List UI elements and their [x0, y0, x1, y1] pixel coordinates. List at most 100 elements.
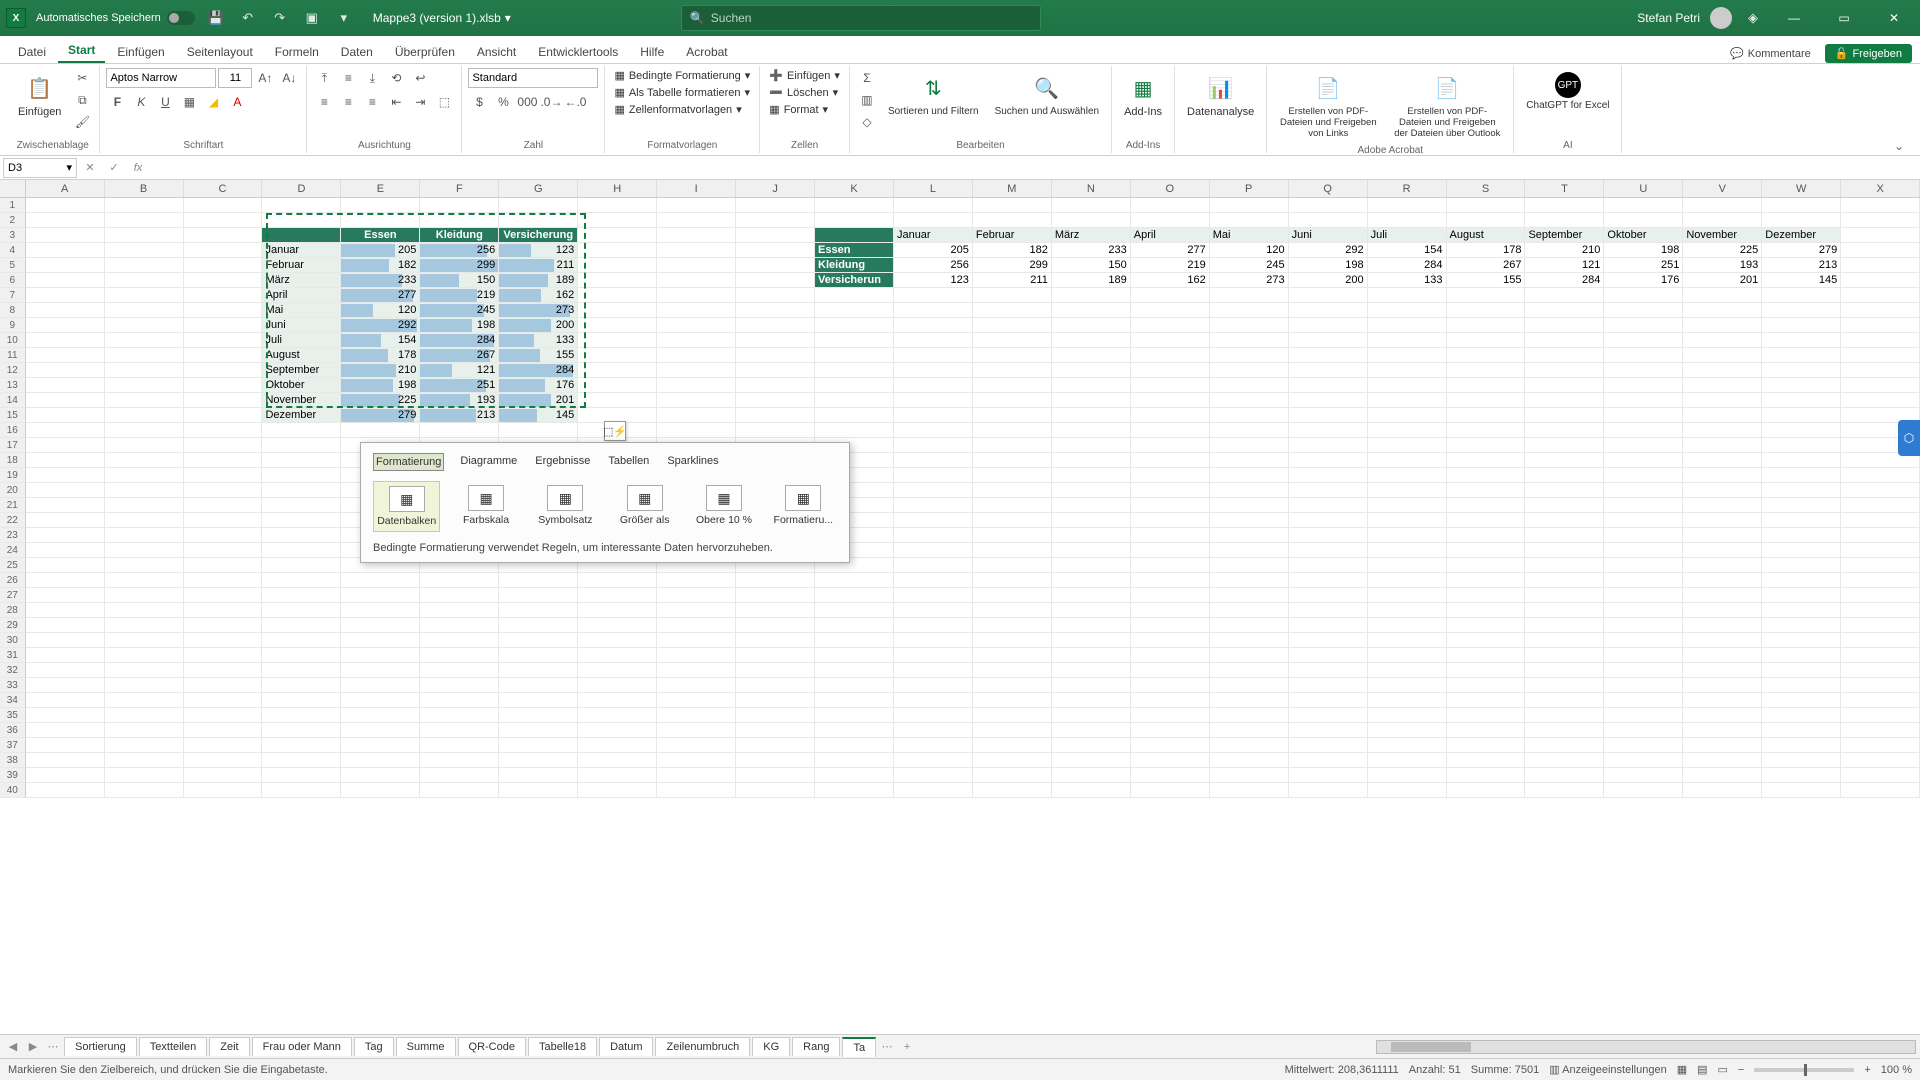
search-input[interactable]: 🔍 Suchen: [681, 5, 1041, 31]
cell[interactable]: [262, 558, 341, 573]
cell[interactable]: [105, 738, 184, 753]
copy-icon[interactable]: ⧉: [71, 90, 93, 110]
cell[interactable]: [105, 618, 184, 633]
cell[interactable]: [1525, 348, 1604, 363]
cell[interactable]: [1131, 648, 1210, 663]
cell[interactable]: 145: [1762, 273, 1841, 288]
cell[interactable]: [105, 363, 184, 378]
cell[interactable]: [26, 723, 105, 738]
cell[interactable]: [262, 498, 341, 513]
cell[interactable]: Essen: [341, 228, 420, 243]
cell[interactable]: 154: [1368, 243, 1447, 258]
cell[interactable]: [105, 573, 184, 588]
column-header[interactable]: M: [973, 180, 1052, 197]
cell[interactable]: [26, 408, 105, 423]
cell[interactable]: [184, 603, 263, 618]
row-header[interactable]: 9: [0, 318, 26, 333]
cell[interactable]: [815, 363, 894, 378]
sheet-tab[interactable]: Summe: [396, 1037, 456, 1056]
cell[interactable]: 211: [973, 273, 1052, 288]
cell[interactable]: [1604, 708, 1683, 723]
filename[interactable]: Mappe3 (version 1).xlsb ▾: [373, 11, 511, 25]
cell[interactable]: [578, 288, 657, 303]
cut-icon[interactable]: ✂: [71, 68, 93, 88]
maximize-button[interactable]: ▭: [1824, 0, 1864, 36]
cell[interactable]: [1131, 543, 1210, 558]
cell[interactable]: [499, 618, 578, 633]
cell[interactable]: [657, 213, 736, 228]
cell[interactable]: [1762, 453, 1841, 468]
cell[interactable]: [1210, 393, 1289, 408]
cell[interactable]: [420, 723, 499, 738]
cell[interactable]: [1683, 633, 1762, 648]
cell[interactable]: [262, 783, 341, 798]
cell[interactable]: [26, 333, 105, 348]
cell[interactable]: [420, 198, 499, 213]
cell[interactable]: [1525, 483, 1604, 498]
cell[interactable]: [26, 228, 105, 243]
cell[interactable]: [1525, 288, 1604, 303]
cell[interactable]: [1289, 318, 1368, 333]
cell[interactable]: [26, 468, 105, 483]
dec-decimal-icon[interactable]: ←.0: [564, 92, 586, 112]
ribbon-tab-hilfe[interactable]: Hilfe: [630, 41, 674, 63]
cell[interactable]: [736, 723, 815, 738]
cell[interactable]: [1210, 663, 1289, 678]
format-cells-button[interactable]: ▦ Format ▾: [766, 102, 831, 117]
cell[interactable]: Juni: [1289, 228, 1368, 243]
cell[interactable]: [815, 753, 894, 768]
cell[interactable]: [1131, 738, 1210, 753]
cell[interactable]: [736, 693, 815, 708]
cell[interactable]: [736, 303, 815, 318]
row-header[interactable]: 17: [0, 438, 26, 453]
cell[interactable]: [26, 363, 105, 378]
cell[interactable]: [1289, 408, 1368, 423]
cell[interactable]: 284: [1525, 273, 1604, 288]
cell[interactable]: 245: [420, 303, 499, 318]
cell[interactable]: [894, 753, 973, 768]
cell[interactable]: [1841, 603, 1920, 618]
cell[interactable]: [1131, 753, 1210, 768]
cell[interactable]: [105, 318, 184, 333]
cell[interactable]: [1683, 783, 1762, 798]
cell[interactable]: [1447, 333, 1526, 348]
cell[interactable]: [1210, 438, 1289, 453]
cell[interactable]: 256: [420, 243, 499, 258]
cell[interactable]: [1131, 783, 1210, 798]
cell[interactable]: 267: [420, 348, 499, 363]
cell[interactable]: [341, 198, 420, 213]
cell[interactable]: [815, 408, 894, 423]
cell[interactable]: [262, 468, 341, 483]
cell[interactable]: 210: [341, 363, 420, 378]
cell[interactable]: [1368, 663, 1447, 678]
cell[interactable]: [1210, 363, 1289, 378]
cell[interactable]: [1210, 453, 1289, 468]
cell[interactable]: [105, 198, 184, 213]
cell[interactable]: [1368, 543, 1447, 558]
comma-icon[interactable]: 000: [516, 92, 538, 112]
cell[interactable]: [1368, 738, 1447, 753]
cell[interactable]: [1683, 693, 1762, 708]
cell[interactable]: [262, 228, 341, 243]
cell[interactable]: [262, 513, 341, 528]
cell[interactable]: [184, 288, 263, 303]
cell[interactable]: [1604, 303, 1683, 318]
cell[interactable]: [1683, 213, 1762, 228]
cell[interactable]: [1131, 663, 1210, 678]
row-header[interactable]: 29: [0, 618, 26, 633]
cell[interactable]: [1131, 573, 1210, 588]
cell[interactable]: [1289, 753, 1368, 768]
column-header[interactable]: V: [1683, 180, 1762, 197]
cell[interactable]: [262, 573, 341, 588]
cell[interactable]: [1210, 468, 1289, 483]
cell[interactable]: [1604, 618, 1683, 633]
cell[interactable]: [1368, 558, 1447, 573]
cell[interactable]: [1131, 318, 1210, 333]
cell[interactable]: [1447, 738, 1526, 753]
cell[interactable]: [262, 603, 341, 618]
cell[interactable]: [1447, 498, 1526, 513]
cell[interactable]: [1525, 453, 1604, 468]
cell[interactable]: [815, 618, 894, 633]
cell[interactable]: Mai: [1210, 228, 1289, 243]
cell[interactable]: [105, 228, 184, 243]
